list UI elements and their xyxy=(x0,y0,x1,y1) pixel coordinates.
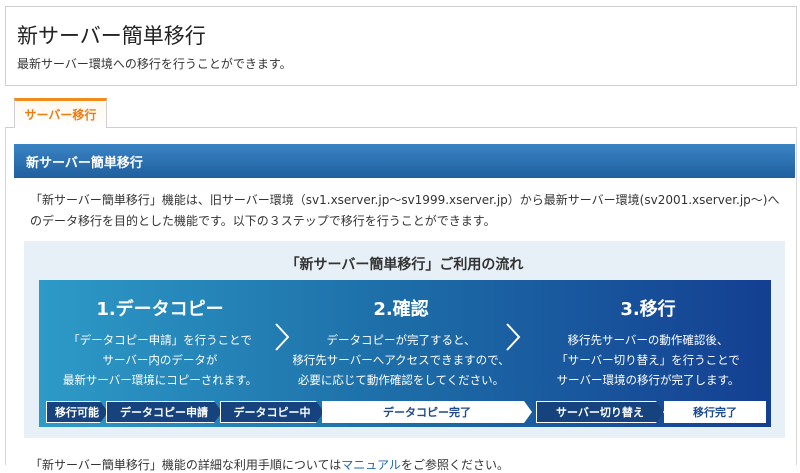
manual-link[interactable]: マニュアル xyxy=(341,458,401,472)
flow-title: 「新サーバー簡単移行」ご利用の流れ xyxy=(285,257,524,273)
step-line: 最新サーバー環境にコピーされます。 xyxy=(62,373,258,387)
section-description: 「新サーバー簡単移行」機能は、旧サーバー環境（sv1.xserver.jp〜sv… xyxy=(30,190,790,232)
step-description: 移行先サーバーの動作確認後、 「サーバー切り替え」を行うことで サーバー環境の移… xyxy=(525,330,771,390)
step-data-copy: 1.データコピー 「データコピー申請」を行うことで サーバー内のデータが 最新サ… xyxy=(39,280,281,395)
flow-diagram: 「新サーバー簡単移行」ご利用の流れ 1.データコピー 「データコピー申請」を行う… xyxy=(24,241,785,438)
status-chip: データコピー完了 xyxy=(322,401,532,423)
page-header: 新サーバー簡単移行 最新サーバー環境への移行を行うことができます。 xyxy=(5,6,797,86)
status-chip: データコピー申請 xyxy=(106,401,222,423)
step-title: 1.データコピー xyxy=(96,299,224,320)
step-line: 「サーバー切り替え」を行うことで xyxy=(556,353,740,367)
flow-band: 1.データコピー 「データコピー申請」を行うことで サーバー内のデータが 最新サ… xyxy=(39,280,771,427)
status-chip: 移行完了 xyxy=(664,401,766,423)
description-line: 「新サーバー簡単移行」機能は、旧サーバー環境（sv1.xserver.jp〜sv… xyxy=(30,193,780,207)
step-migrate: 3.移行 移行先サーバーの動作確認後、 「サーバー切り替え」を行うことで サーバ… xyxy=(525,280,771,395)
chevron-right-icon xyxy=(506,323,521,351)
page-subtitle: 最新サーバー環境への移行を行うことができます。 xyxy=(17,57,292,71)
step-title: 3.移行 xyxy=(620,299,676,320)
step-line: サーバー内のデータが xyxy=(102,353,218,367)
step-description: 「データコピー申請」を行うことで サーバー内のデータが 最新サーバー環境にコピー… xyxy=(39,330,281,390)
description-line: のデータ移行を目的とした機能です。以下の３ステップで移行を行うことができます。 xyxy=(30,214,496,228)
step-line: 移行先サーバーへアクセスできますので、 xyxy=(292,353,510,367)
tab-server-migration[interactable]: サーバー移行 xyxy=(14,98,107,128)
footer-text: をご参照ください。 xyxy=(400,458,509,472)
status-chip: 移行可能 xyxy=(46,401,108,423)
step-confirm: 2.確認 データコピーが完了すると、 移行先サーバーへアクセスできますので、 必… xyxy=(289,280,513,395)
step-line: 必要に応じて動作確認をしてください。 xyxy=(297,373,505,387)
step-line: データコピーが完了すると、 xyxy=(326,333,476,347)
step-description: データコピーが完了すると、 移行先サーバーへアクセスできますので、 必要に応じて… xyxy=(289,330,513,390)
step-line: サーバー環境の移行が完了します。 xyxy=(556,373,740,387)
step-line: 移行先サーバーの動作確認後、 xyxy=(567,333,729,347)
section-heading: 新サーバー簡単移行 xyxy=(14,144,795,178)
tab-divider xyxy=(5,127,797,128)
status-chip: データコピー中 xyxy=(220,401,324,423)
step-line: 「データコピー申請」を行うことで xyxy=(68,333,252,347)
footer-text: 「新サーバー簡単移行」機能の詳細な利用手順については xyxy=(30,458,342,472)
status-bar: 移行可能 データコピー申請 データコピー中 データコピー完了 サーバー切り替え … xyxy=(46,401,766,423)
step-title: 2.確認 xyxy=(373,299,429,320)
status-chip: サーバー切り替え xyxy=(536,401,664,423)
page-title: 新サーバー簡単移行 xyxy=(17,24,206,48)
